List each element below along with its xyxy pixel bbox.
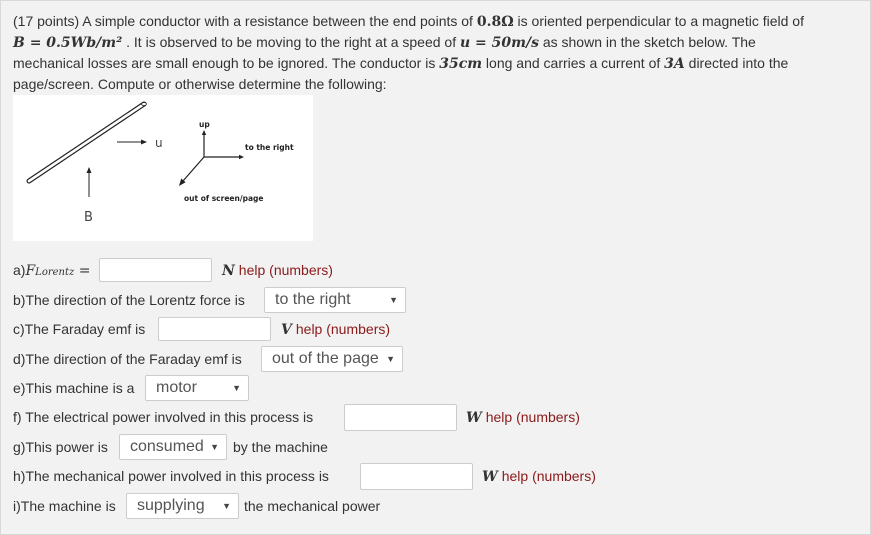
question-c-help: Vhelp (numbers)	[281, 317, 390, 342]
caret-down-icon: ▼	[386, 354, 395, 364]
electrical-power-input[interactable]	[344, 404, 457, 431]
problem-text: as shown in the sketch below. The	[538, 34, 756, 50]
question-a-prefix: a)	[13, 262, 26, 278]
select-value: consumed	[130, 438, 204, 455]
question-a-help: Nhelp (numbers)	[222, 258, 333, 283]
equals-sign: =	[74, 263, 91, 279]
sketch-svg: u B up to the right out of screen/page	[26, 101, 294, 225]
length-value: 35cm	[439, 56, 483, 72]
caret-down-icon: ▼	[232, 383, 241, 393]
question-h-help: Whelp (numbers)	[482, 464, 596, 489]
question-d-label: d)The direction of the Faraday emf is	[13, 351, 242, 367]
question-e-label: e)This machine is a	[13, 380, 135, 396]
velocity-arrow	[117, 139, 147, 145]
select-value: supplying	[137, 497, 205, 514]
problem-text: mechanical losses are small enough to be…	[13, 55, 440, 71]
problem-statement: (17 points) A simple conductor with a re…	[13, 11, 863, 94]
question-b: b)The direction of the Lorentz force is	[13, 286, 245, 314]
help-link[interactable]: help (numbers)	[502, 468, 596, 484]
question-i: i)The machine is	[13, 492, 116, 520]
question-g: g)This power is	[13, 433, 108, 461]
axes-diagram	[179, 130, 244, 186]
problem-text: A simple conductor with a resistance bet…	[79, 13, 477, 29]
help-link[interactable]: help (numbers)	[296, 321, 390, 337]
select-value: out of the page	[272, 350, 379, 367]
caret-down-icon: ▼	[210, 442, 219, 452]
field-arrow	[86, 167, 92, 197]
question-f-label: f) The electrical power involved in this…	[13, 409, 314, 425]
resistance-value: 0.8Ω	[476, 14, 514, 30]
sketch-figure: u B up to the right out of screen/page	[13, 95, 313, 241]
question-a: a)FLorentz =	[13, 256, 90, 284]
mechanical-mode-select[interactable]: supplying ▼	[126, 493, 239, 519]
question-i-suffix-text: the mechanical power	[244, 498, 381, 514]
question-d: d)The direction of the Faraday emf is	[13, 345, 242, 373]
current-value: 3A	[664, 56, 685, 72]
question-f-help: Whelp (numbers)	[466, 405, 580, 430]
machine-type-select[interactable]: motor ▼	[145, 375, 249, 401]
question-h-label: h)The mechanical power involved in this …	[13, 468, 329, 484]
question-c: c)The Faraday emf is	[13, 315, 145, 343]
unit-label: V	[281, 322, 292, 338]
force-symbol: F	[25, 263, 36, 279]
problem-text: is oriented perpendicular to a magnetic …	[513, 13, 804, 29]
question-g-suffix: by the machine	[233, 433, 328, 461]
force-direction-select[interactable]: to the right ▼	[264, 287, 406, 313]
question-h: h)The mechanical power involved in this …	[13, 462, 329, 490]
field-value: B = 0.5Wb/m²	[13, 35, 123, 51]
right-label: to the right	[245, 143, 294, 152]
question-c-label: c)The Faraday emf is	[13, 321, 146, 337]
unit-label: W	[466, 410, 482, 426]
unit-label: W	[482, 469, 498, 485]
force-subscript: Lorentz	[35, 267, 75, 278]
select-value: motor	[156, 379, 197, 396]
question-b-label: b)The direction of the Lorentz force is	[13, 292, 245, 308]
caret-down-icon: ▼	[222, 501, 231, 511]
problem-text: page/screen. Compute or otherwise determ…	[13, 76, 387, 92]
points-label: (17 points)	[13, 13, 80, 29]
up-label: up	[199, 120, 210, 129]
question-i-suffix: the mechanical power	[244, 492, 380, 520]
b-label: B	[84, 210, 93, 225]
out-label: out of screen/page	[184, 194, 263, 203]
caret-down-icon: ▼	[389, 295, 398, 305]
mechanical-power-input[interactable]	[360, 463, 473, 490]
question-e: e)This machine is a	[13, 374, 134, 402]
unit-label: N	[222, 263, 235, 279]
u-label: u	[155, 136, 163, 150]
problem-text: directed into the	[684, 55, 789, 71]
emf-input[interactable]	[158, 317, 271, 341]
question-g-label: g)This power is	[13, 439, 108, 455]
problem-text: . It is observed to be moving to the rig…	[122, 34, 460, 50]
help-link[interactable]: help (numbers)	[239, 262, 333, 278]
question-f: f) The electrical power involved in this…	[13, 403, 313, 431]
power-mode-select[interactable]: consumed ▼	[119, 434, 227, 460]
force-input[interactable]	[99, 258, 212, 282]
emf-direction-select[interactable]: out of the page ▼	[261, 346, 403, 372]
question-i-label: i)The machine is	[13, 498, 116, 514]
problem-text: long and carries a current of	[482, 55, 665, 71]
speed-value: u = 50m/s	[460, 35, 539, 51]
help-link[interactable]: help (numbers)	[486, 409, 580, 425]
question-g-suffix-text: by the machine	[233, 439, 328, 455]
select-value: to the right	[275, 291, 351, 308]
question-panel: (17 points) A simple conductor with a re…	[0, 0, 871, 535]
